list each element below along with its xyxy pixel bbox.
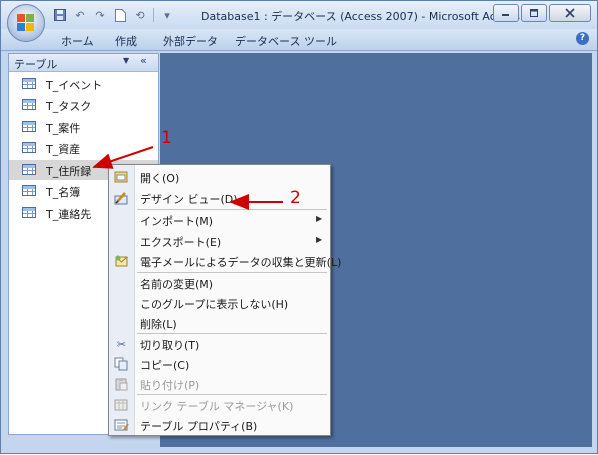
qat-separator — [153, 8, 154, 22]
annotation-label-1: 1 — [161, 128, 172, 148]
menu-item-link-table-manager[interactable]: リンク テーブル マネージャ(K) — [109, 395, 330, 415]
table-icon — [22, 78, 36, 89]
properties-icon — [114, 418, 129, 432]
menu-item-copy[interactable]: コピー(C) — [109, 354, 330, 374]
office-logo-icon — [17, 14, 35, 32]
menu-item-label: インポート(M) — [140, 215, 214, 228]
nav-dropdown-icon[interactable]: ▼ — [123, 56, 129, 65]
nav-item-t-event[interactable]: T_イベント — [9, 74, 158, 94]
redo-icon[interactable]: ↷ — [93, 8, 107, 22]
nav-item-label: T_イベント — [46, 79, 103, 92]
menu-item-table-properties[interactable]: テーブル プロパティ(B) — [109, 415, 330, 435]
minimize-button[interactable] — [493, 4, 519, 22]
nav-pane-header[interactable]: テーブル ▼ « — [9, 54, 158, 72]
maximize-button[interactable] — [521, 4, 547, 22]
menu-item-label: 電子メールによるデータの収集と更新(L) — [140, 256, 342, 269]
table-icon — [22, 142, 36, 153]
menu-item-label: 切り取り(T) — [140, 339, 200, 352]
nav-item-t-anken[interactable]: T_案件 — [9, 117, 158, 137]
menu-item-rename[interactable]: 名前の変更(M) — [109, 273, 330, 293]
access-window: ↶ ↷ ⟲ ▾ Database1 : データベース (Access 2007)… — [0, 0, 598, 454]
email-collect-icon — [114, 254, 129, 268]
nav-item-t-shisan[interactable]: T_資産 — [9, 138, 158, 158]
menu-item-label: テーブル プロパティ(B) — [140, 420, 258, 433]
nav-item-label: T_タスク — [46, 100, 92, 113]
nav-item-t-task[interactable]: T_タスク — [9, 95, 158, 115]
table-icon — [22, 164, 36, 175]
menu-item-label: エクスポート(E) — [140, 236, 222, 249]
nav-item-label: T_住所録 — [46, 165, 92, 178]
dropdown-icon[interactable]: ▾ — [160, 8, 174, 22]
open-icon — [114, 170, 129, 184]
nav-pane-title: テーブル — [14, 58, 58, 71]
undo-icon[interactable]: ↶ — [73, 8, 87, 22]
menu-item-hide-in-group[interactable]: このグループに表示しない(H) — [109, 293, 330, 313]
window-title: Database1 : データベース (Access 2007) - Micro… — [201, 10, 521, 23]
nav-item-label: T_名簿 — [46, 186, 81, 199]
copy-icon — [114, 357, 129, 371]
menu-item-label: このグループに表示しない(H) — [140, 298, 289, 311]
scissors-icon: ✂ — [116, 337, 127, 351]
paste-icon — [114, 377, 129, 391]
tab-create[interactable]: 作成 — [115, 33, 137, 49]
table-icon — [22, 185, 36, 196]
menu-item-label: デザイン ビュー(D) — [140, 193, 238, 206]
table-icon — [22, 99, 36, 110]
link-table-icon — [114, 398, 129, 412]
menu-item-paste[interactable]: 貼り付け(P) — [109, 374, 330, 394]
menu-item-export[interactable]: エクスポート(E) ▶ — [109, 231, 330, 251]
tab-database-tools[interactable]: データベース ツール — [235, 33, 337, 49]
menu-item-email-collect[interactable]: 電子メールによるデータの収集と更新(L) — [109, 251, 341, 271]
window-controls — [493, 4, 591, 22]
nav-item-label: T_案件 — [46, 122, 81, 135]
office-button[interactable] — [7, 4, 45, 42]
submenu-arrow-icon: ▶ — [316, 235, 323, 244]
table-icon — [22, 207, 36, 218]
nav-collapse-icon[interactable]: « — [140, 54, 147, 67]
help-icon[interactable]: ? — [576, 32, 589, 45]
design-view-icon — [114, 191, 129, 205]
tab-external-data[interactable]: 外部データ — [163, 33, 218, 49]
annotation-label-2: 2 — [290, 188, 301, 208]
menu-item-label: 削除(L) — [140, 318, 177, 331]
title-bar: ↶ ↷ ⟲ ▾ Database1 : データベース (Access 2007)… — [1, 1, 597, 42]
ribbon-tabs: ホーム 作成 外部データ データベース ツール ? — [1, 29, 597, 51]
table-icon — [22, 121, 36, 132]
customize-icon[interactable]: ⟲ — [133, 8, 147, 22]
save-icon[interactable] — [53, 8, 67, 22]
menu-item-label: コピー(C) — [140, 359, 190, 372]
menu-item-label: 名前の変更(M) — [140, 278, 214, 291]
tab-home[interactable]: ホーム — [61, 33, 94, 49]
nav-item-label: T_資産 — [46, 143, 81, 156]
menu-item-label: 開く(O) — [140, 172, 180, 185]
submenu-arrow-icon: ▶ — [316, 214, 323, 223]
new-document-icon[interactable] — [113, 8, 127, 22]
menu-item-cut[interactable]: ✂ 切り取り(T) — [109, 334, 330, 354]
menu-item-label: 貼り付け(P) — [140, 379, 200, 392]
quick-access-toolbar: ↶ ↷ ⟲ ▾ — [53, 7, 174, 23]
close-button[interactable] — [549, 4, 591, 22]
menu-item-delete[interactable]: 削除(L) — [109, 313, 330, 333]
menu-item-import[interactable]: インポート(M) ▶ — [109, 210, 330, 230]
menu-item-open[interactable]: 開く(O) — [109, 167, 330, 187]
menu-item-label: リンク テーブル マネージャ(K) — [140, 400, 294, 413]
nav-item-label: T_連絡先 — [46, 208, 92, 221]
